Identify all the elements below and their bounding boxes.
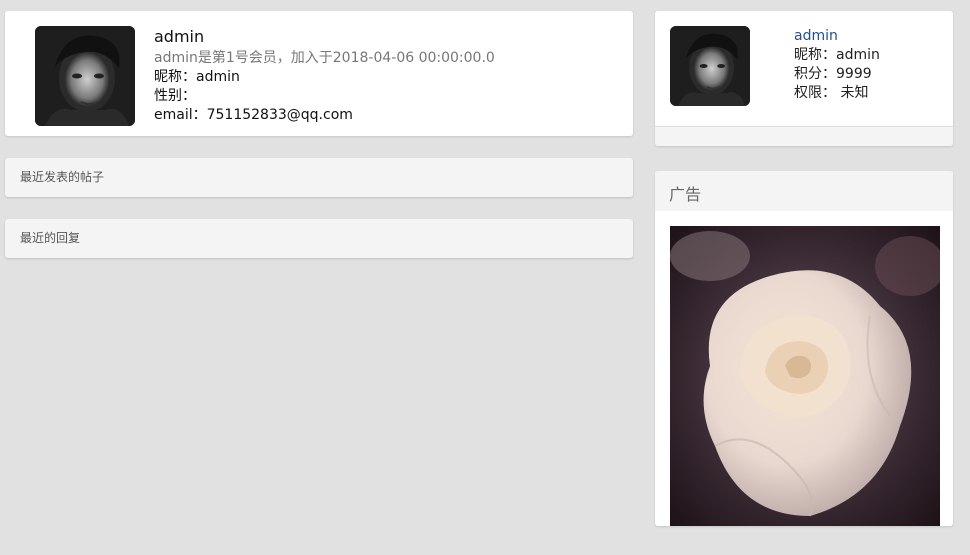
ad-header: 广告 <box>655 171 953 211</box>
user-card-avatar <box>670 26 750 106</box>
user-card: admin 昵称：admin 积分：9999 权限： 未知 <box>655 11 953 146</box>
profile-nickname: 昵称：admin <box>154 69 240 85</box>
ad-image[interactable] <box>670 226 945 526</box>
user-nickname: 昵称：admin <box>794 47 880 63</box>
avatar <box>35 26 135 126</box>
profile-description: admin是第1号会员，加入于2018-04-06 00:00:00.0 <box>154 50 495 66</box>
profile-email: email：751152833@qq.com <box>154 107 353 123</box>
profile-card: admin admin是第1号会员，加入于2018-04-06 00:00:00… <box>5 11 633 136</box>
user-card-footer <box>655 126 953 146</box>
user-avatar-icon <box>670 26 750 106</box>
ad-card: 广告 <box>655 171 953 526</box>
recent-posts-title: 最近发表的帖子 <box>20 170 105 184</box>
profile-name: admin <box>154 27 205 46</box>
profile-gender: 性别： <box>154 88 196 104</box>
user-points: 积分：9999 <box>794 66 872 82</box>
recent-replies-title: 最近的回复 <box>20 231 81 245</box>
user-permission: 权限： 未知 <box>794 85 869 101</box>
recent-posts-panel: 最近发表的帖子 <box>5 158 633 197</box>
recent-replies-panel: 最近的回复 <box>5 219 633 258</box>
ad-title: 广告 <box>669 185 702 204</box>
username-link[interactable]: admin <box>794 28 838 44</box>
user-avatar-icon <box>35 26 135 126</box>
rose-image-icon <box>670 226 945 526</box>
